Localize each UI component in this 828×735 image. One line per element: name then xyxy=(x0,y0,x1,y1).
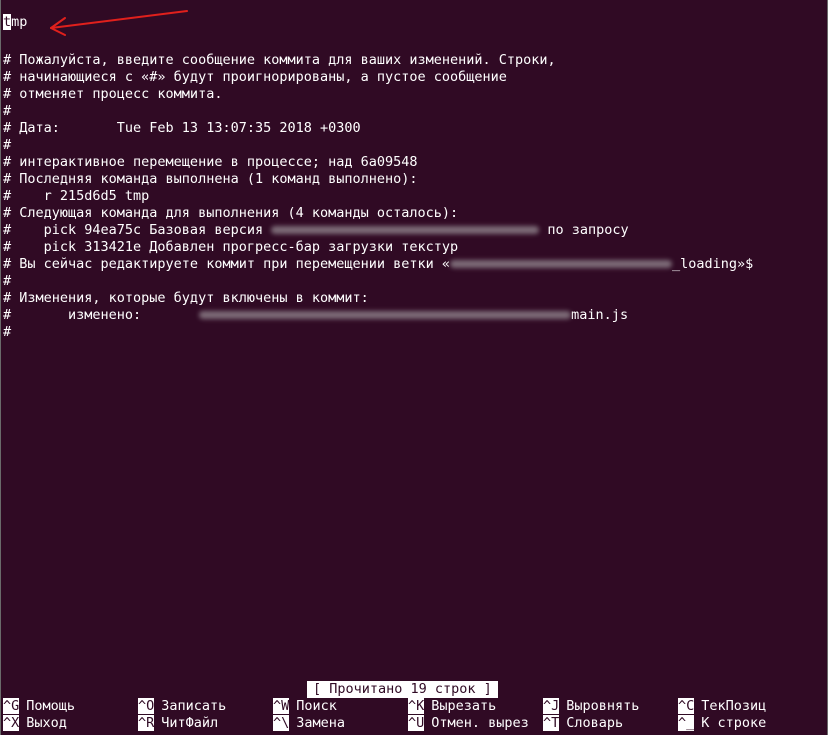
shortcut-label: ТекПозиц xyxy=(701,698,767,714)
pick-command-line: # pick 94ea75c Базовая версия по запросу xyxy=(3,222,629,239)
rebase-status-line: # интерактивное перемещение в процессе; … xyxy=(3,154,418,170)
shortcut-label: Словарь xyxy=(566,715,624,731)
shortcut-label: Выровнять xyxy=(566,698,640,714)
shortcut-label: Отмен. вырез xyxy=(431,715,529,731)
shortcut-justify[interactable]: ^J Выровнять xyxy=(543,698,639,715)
comment-line: # отменяет процесс коммита. xyxy=(3,86,223,102)
shortcut-uncut[interactable]: ^U Отмен. вырез xyxy=(408,715,529,732)
comment-line: # xyxy=(3,103,12,119)
shortcut-label: Выход xyxy=(26,715,67,731)
shortcut-label: Поиск xyxy=(296,698,337,714)
comment-line: # начинающиеся с «#» будут проигнорирова… xyxy=(3,69,507,85)
shortcut-replace[interactable]: ^\ Замена xyxy=(273,715,345,732)
redacted-file-path xyxy=(199,311,572,319)
shortcut-key: ^C xyxy=(678,698,695,714)
shortcut-cur-pos[interactable]: ^C ТекПозиц xyxy=(678,698,766,715)
next-command-line: # Следующая команда для выполнения (4 ко… xyxy=(3,205,459,221)
comment-line: # xyxy=(3,137,12,153)
shortcut-exit[interactable]: ^X Выход xyxy=(3,715,67,732)
pick-command-text: # pick 94ea75c Базовая версия xyxy=(3,222,264,238)
shortcut-help[interactable]: ^G Помощь xyxy=(3,698,75,715)
shortcut-label: Замена xyxy=(296,715,346,731)
comment-line: # xyxy=(3,324,12,340)
shortcut-key: ^X xyxy=(3,715,20,731)
shortcut-read-file[interactable]: ^R ЧитФайл xyxy=(138,715,218,732)
changes-header-line: # Изменения, которые будут включены в ко… xyxy=(3,290,369,306)
shortcut-key: ^W xyxy=(273,698,290,714)
done-command-line: # r 215d6d5 tmp xyxy=(3,188,150,204)
shortcut-go-to-line[interactable]: ^_ К строке xyxy=(678,715,766,732)
modified-label: # изменено: xyxy=(3,307,142,323)
terminal-window[interactable]: tmp # Пожалуйста, введите сообщение комм… xyxy=(0,0,828,735)
shortcut-spell[interactable]: ^T Словарь xyxy=(543,715,623,732)
shortcut-cut[interactable]: ^K Вырезать xyxy=(408,698,496,715)
comment-line: # xyxy=(3,273,12,289)
pick-command-suffix: по запросу xyxy=(547,222,629,238)
shortcut-key: ^O xyxy=(138,698,155,714)
branch-prefix: # Вы сейчас редактируете коммит при пере… xyxy=(3,256,451,272)
date-line: # Дата: Tue Feb 13 13:07:35 2018 +0300 xyxy=(3,120,361,136)
shortcut-write[interactable]: ^O Записать xyxy=(138,698,226,715)
pick-command-line: # pick 313421e Добавлен прогресс-бар заг… xyxy=(3,239,459,255)
modified-file-line: # изменено: main.js xyxy=(3,307,628,324)
redacted-branch-name xyxy=(450,260,673,268)
shortcut-label: Записать xyxy=(161,698,227,714)
shortcut-key: ^_ xyxy=(678,715,695,731)
shortcut-key: ^U xyxy=(408,715,425,731)
shortcut-key: ^T xyxy=(543,715,560,731)
red-arrow-annotation xyxy=(50,10,188,36)
modified-file-name: main.js xyxy=(571,307,629,323)
shortcut-key: ^G xyxy=(3,698,20,714)
shortcut-search[interactable]: ^W Поиск xyxy=(273,698,337,715)
shortcut-label: ЧитФайл xyxy=(161,715,219,731)
last-command-line: # Последняя команда выполнена (1 команд … xyxy=(3,171,418,187)
branch-suffix: _loading»$ xyxy=(672,256,754,272)
shortcut-label: Вырезать xyxy=(431,698,497,714)
shortcut-label: К строке xyxy=(701,715,767,731)
shortcut-key: ^R xyxy=(138,715,155,731)
shortcut-key: ^J xyxy=(543,698,560,714)
shortcut-key: ^\ xyxy=(273,715,290,731)
shortcut-key: ^K xyxy=(408,698,425,714)
redacted-text xyxy=(271,226,540,234)
shortcut-label: Помощь xyxy=(26,698,76,714)
branch-line: # Вы сейчас редактируете коммит при пере… xyxy=(3,256,753,273)
status-message: [ Прочитано 19 строк ] xyxy=(307,681,498,698)
